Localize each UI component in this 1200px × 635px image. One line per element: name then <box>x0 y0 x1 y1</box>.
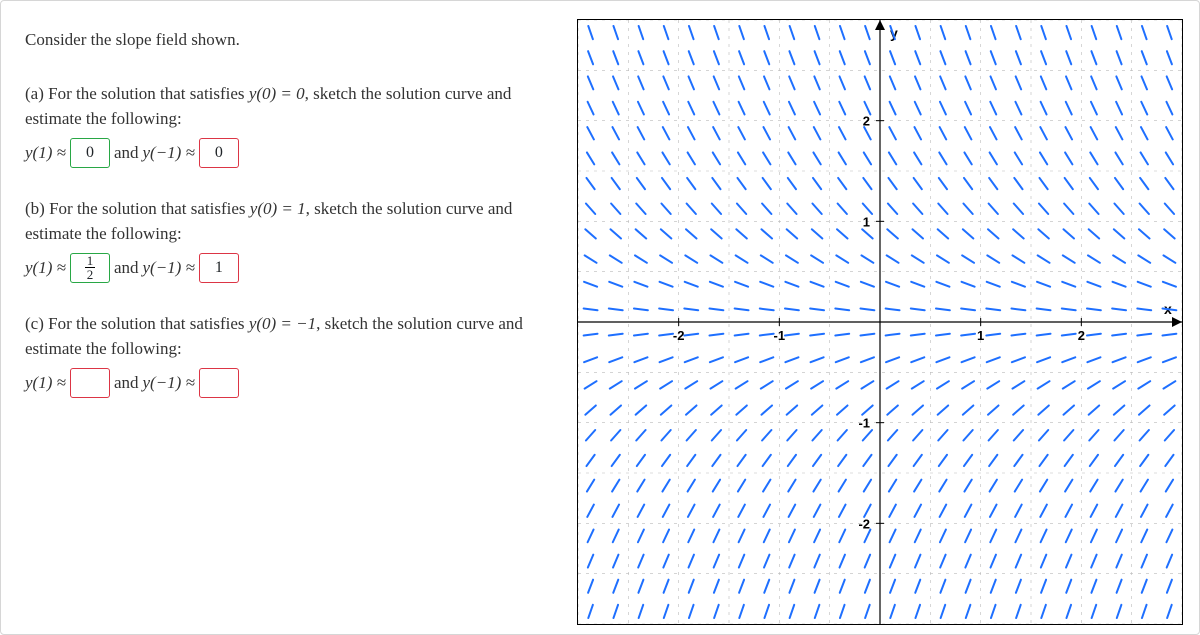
part-b-answers: y(1) ≈ 1 2 and y(−1) ≈ 1 <box>25 253 541 283</box>
problem-card: Consider the slope field shown. (a) For … <box>0 0 1200 635</box>
part-a: (a) For the solution that satisfies y(0)… <box>25 81 541 168</box>
and-b: and <box>114 255 139 281</box>
y1-label-b: y(1) ≈ <box>25 255 66 281</box>
answer-c1[interactable] <box>70 368 110 398</box>
ym1-label-b: y(−1) ≈ <box>143 255 195 281</box>
part-b-prompt: (b) For the solution that satisfies <box>25 199 250 218</box>
part-c: (c) For the solution that satisfies y(0)… <box>25 311 541 398</box>
plot-panel: xy-2-112-2-112 <box>561 19 1183 634</box>
y1-label-c: y(1) ≈ <box>25 370 66 396</box>
svg-text:1: 1 <box>977 328 984 343</box>
and-c: and <box>114 370 139 396</box>
part-a-prompt: (a) For the solution that satisfies <box>25 84 249 103</box>
svg-text:2: 2 <box>1078 328 1085 343</box>
slope-field-svg: xy-2-112-2-112 <box>578 20 1182 624</box>
svg-text:-2: -2 <box>858 516 870 531</box>
frac-num: 1 <box>85 254 96 268</box>
answer-b1[interactable]: 1 2 <box>70 253 110 283</box>
part-c-answers: y(1) ≈ and y(−1) ≈ <box>25 368 541 398</box>
svg-text:-1: -1 <box>774 328 786 343</box>
answer-a1[interactable]: 0 <box>70 138 110 168</box>
ym1-label-c: y(−1) ≈ <box>143 370 195 396</box>
y1-label-a: y(1) ≈ <box>25 140 66 166</box>
frac-den: 2 <box>85 268 96 281</box>
part-c-prompt: (c) For the solution that satisfies <box>25 314 249 333</box>
part-a-condition: y(0) = 0 <box>249 84 305 103</box>
slope-field-plot: xy-2-112-2-112 <box>577 19 1183 625</box>
answer-a2[interactable]: 0 <box>199 138 239 168</box>
ym1-label-a: y(−1) ≈ <box>143 140 195 166</box>
svg-text:-2: -2 <box>673 328 685 343</box>
question-text: Consider the slope field shown. (a) For … <box>1 19 561 634</box>
and-a: and <box>114 140 139 166</box>
intro-text: Consider the slope field shown. <box>25 27 541 53</box>
answer-b2[interactable]: 1 <box>199 253 239 283</box>
svg-text:-1: -1 <box>858 416 870 431</box>
part-a-answers: y(1) ≈ 0 and y(−1) ≈ 0 <box>25 138 541 168</box>
answer-c2[interactable] <box>199 368 239 398</box>
svg-text:1: 1 <box>863 214 870 229</box>
part-c-condition: y(0) = −1 <box>249 314 316 333</box>
part-b-condition: y(0) = 1 <box>250 199 306 218</box>
fraction-b1: 1 2 <box>85 254 96 281</box>
part-b: (b) For the solution that satisfies y(0)… <box>25 196 541 283</box>
